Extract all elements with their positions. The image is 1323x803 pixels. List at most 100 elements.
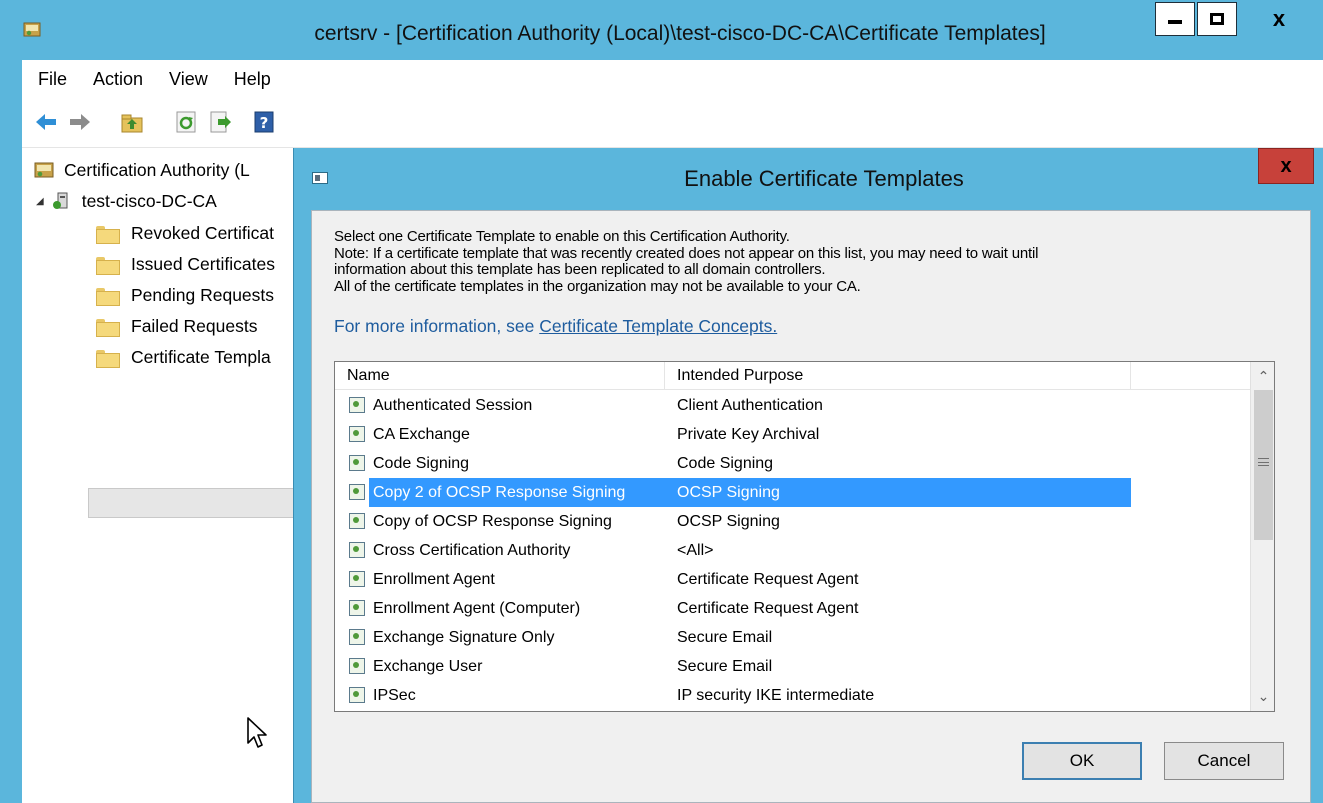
- console-tree: Certification Authority (L ◢ test-cisco-…: [22, 148, 304, 803]
- tree-selection-highlight: [88, 488, 303, 518]
- template-list[interactable]: Name Intended Purpose Authenticated Sess…: [334, 361, 1275, 712]
- scroll-down-icon[interactable]: ⌄: [1251, 684, 1274, 708]
- certificate-template-icon: [349, 484, 365, 500]
- template-row-selected[interactable]: Copy 2 of OCSP Response Signing OCSP Sig…: [335, 478, 1250, 507]
- certificate-template-icon: [349, 397, 365, 413]
- scrollbar-grip-icon: [1258, 458, 1269, 466]
- tree-item-failed-requests[interactable]: Failed Requests: [96, 311, 257, 341]
- help-icon[interactable]: ?: [252, 110, 276, 134]
- tree-item-label: Pending Requests: [131, 284, 275, 305]
- minimize-button[interactable]: [1155, 2, 1195, 36]
- instruction-line: All of the certificate templates in the …: [334, 277, 861, 295]
- template-purpose: <All>: [677, 542, 714, 559]
- tree-root-label: Certification Authority (L: [64, 159, 250, 180]
- template-name: Code Signing: [373, 455, 470, 472]
- mouse-pointer-icon: [247, 717, 267, 748]
- tree-item-pending-requests[interactable]: Pending Requests: [96, 280, 274, 310]
- template-row[interactable]: Exchange User Secure Email: [335, 652, 1250, 681]
- refresh-icon[interactable]: [174, 110, 198, 134]
- certification-authority-icon: [34, 162, 54, 178]
- template-row[interactable]: Enrollment Agent (Computer) Certificate …: [335, 594, 1250, 623]
- back-arrow-icon[interactable]: [34, 110, 58, 134]
- certificate-template-icon: [349, 658, 365, 674]
- template-name: CA Exchange: [373, 426, 470, 443]
- title-bar[interactable]: certsrv - [Certification Authority (Loca…: [0, 0, 1323, 60]
- template-row[interactable]: CA Exchange Private Key Archival: [335, 420, 1250, 449]
- tree-item-certificate-templates[interactable]: Certificate Templa: [96, 342, 271, 372]
- svg-text:?: ?: [260, 114, 269, 132]
- template-purpose: OCSP Signing: [677, 513, 780, 530]
- folder-icon: [96, 348, 120, 368]
- certsrv-app-icon: [23, 22, 41, 37]
- tree-item-revoked-certificates[interactable]: Revoked Certificat: [96, 218, 274, 248]
- tree-item-ca[interactable]: ◢ test-cisco-DC-CA: [36, 186, 217, 216]
- certificate-template-icon: [349, 513, 365, 529]
- template-row[interactable]: Authenticated Session Client Authenticat…: [335, 391, 1250, 420]
- column-header-intended-purpose[interactable]: Intended Purpose: [665, 362, 1131, 390]
- more-info-prefix: For more information, see: [334, 316, 540, 336]
- template-row[interactable]: IPSec IP security IKE intermediate: [335, 681, 1250, 710]
- template-row[interactable]: Code Signing Code Signing: [335, 449, 1250, 478]
- certificate-template-concepts-link[interactable]: Certificate Template Concepts.: [539, 316, 777, 336]
- scroll-up-icon[interactable]: ⌃: [1251, 364, 1274, 388]
- template-name: Enrollment Agent (Computer): [373, 600, 581, 617]
- ca-server-icon: [52, 192, 68, 209]
- template-row[interactable]: Enrollment Agent Certificate Request Age…: [335, 565, 1250, 594]
- instruction-line: information about this template has been…: [334, 261, 826, 278]
- menu-view[interactable]: View: [156, 69, 221, 90]
- instruction-line: Note: If a certificate template that was…: [334, 244, 1039, 262]
- instruction-line: Select one Certificate Template to enabl…: [334, 228, 790, 245]
- tree-item-issued-certificates[interactable]: Issued Certificates: [96, 249, 275, 279]
- template-name: Cross Certification Authority: [373, 542, 571, 559]
- toolbar: ?: [22, 98, 1323, 148]
- template-row[interactable]: Exchange Signature Only Secure Email: [335, 623, 1250, 652]
- certificate-template-icon: [349, 426, 365, 442]
- window-title: certsrv - [Certification Authority (Loca…: [314, 22, 1046, 45]
- tree-item-label: Issued Certificates: [131, 253, 275, 274]
- forward-arrow-icon[interactable]: [68, 110, 92, 134]
- cancel-button[interactable]: Cancel: [1164, 742, 1284, 780]
- folder-icon: [96, 317, 120, 337]
- ok-button[interactable]: OK: [1022, 742, 1142, 780]
- tree-item-label: Revoked Certificat: [131, 222, 274, 243]
- vertical-scrollbar[interactable]: ⌃ ⌄: [1250, 362, 1274, 711]
- menu-action[interactable]: Action: [80, 69, 156, 90]
- dialog-close-button[interactable]: x: [1258, 148, 1314, 184]
- template-name: Enrollment Agent: [373, 571, 495, 588]
- certificate-template-icon: [349, 687, 365, 703]
- tree-item-label: Failed Requests: [131, 315, 258, 336]
- template-purpose: Secure Email: [677, 629, 773, 646]
- close-window-button[interactable]: x: [1239, 2, 1319, 36]
- folder-icon: [96, 255, 120, 275]
- export-list-icon[interactable]: [208, 110, 232, 134]
- template-row[interactable]: Copy of OCSP Response Signing OCSP Signi…: [335, 507, 1250, 536]
- template-purpose: IP security IKE intermediate: [677, 687, 875, 704]
- dialog-instructions: Select one Certificate Template to enabl…: [334, 228, 1294, 295]
- folder-icon: [96, 286, 120, 306]
- maximize-icon: [1210, 13, 1224, 25]
- close-icon: x: [1280, 154, 1292, 177]
- certificate-template-icon: [349, 600, 365, 616]
- template-row[interactable]: Cross Certification Authority <All>: [335, 536, 1250, 565]
- enable-certificate-templates-dialog: Enable Certificate Templates x Select on…: [293, 148, 1323, 803]
- column-header-name[interactable]: Name: [335, 362, 665, 390]
- template-purpose: Secure Email: [677, 658, 773, 675]
- expand-arrow-icon[interactable]: ◢: [36, 196, 44, 207]
- template-name: Copy of OCSP Response Signing: [373, 513, 612, 530]
- tree-ca-label: test-cisco-DC-CA: [81, 190, 217, 211]
- template-purpose: Client Authentication: [677, 397, 823, 414]
- template-purpose: Certificate Request Agent: [677, 600, 859, 617]
- tree-item-root[interactable]: Certification Authority (L: [34, 155, 250, 185]
- template-name: Authenticated Session: [373, 397, 533, 414]
- template-name: Exchange User: [373, 658, 483, 675]
- menu-bar: File Action View Help: [22, 60, 1323, 98]
- tree-item-label: Certificate Templa: [131, 346, 271, 367]
- close-icon: x: [1272, 6, 1286, 31]
- up-folder-icon[interactable]: [120, 110, 144, 134]
- maximize-button[interactable]: [1197, 2, 1237, 36]
- template-name: Exchange Signature Only: [373, 629, 555, 646]
- template-purpose: OCSP Signing: [677, 484, 780, 501]
- dialog-body: Select one Certificate Template to enabl…: [311, 210, 1311, 803]
- menu-help[interactable]: Help: [221, 69, 284, 90]
- menu-file[interactable]: File: [22, 69, 80, 90]
